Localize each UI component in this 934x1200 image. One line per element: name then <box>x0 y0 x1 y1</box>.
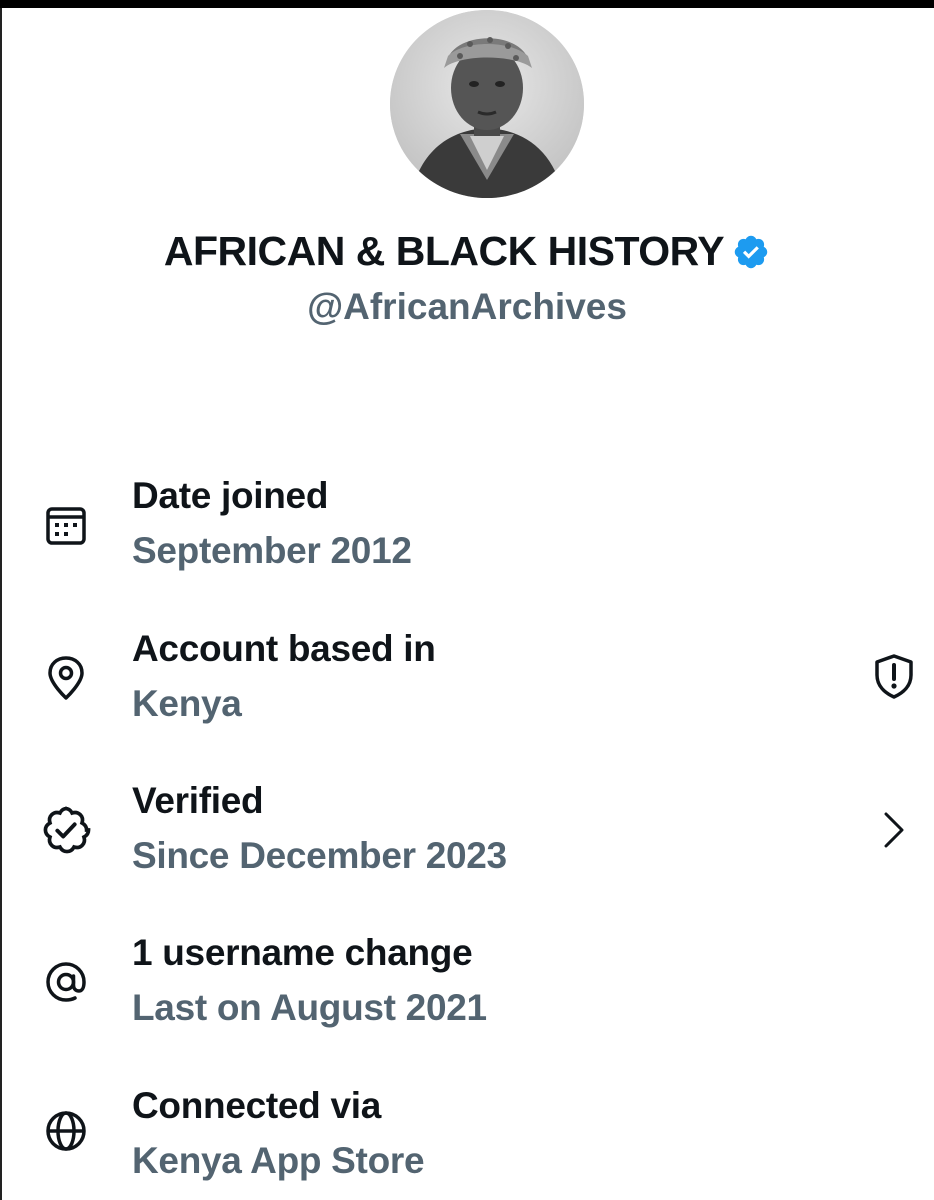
profile-avatar[interactable] <box>390 10 584 198</box>
verified-outline-icon <box>40 804 92 856</box>
profile-handle[interactable]: @AfricanArchives <box>0 286 934 328</box>
location-pin-icon <box>40 652 92 704</box>
about-row-account-based-in: Account based in Kenya <box>0 628 934 748</box>
date-joined-label: Date joined <box>132 475 329 516</box>
globe-icon <box>40 1105 92 1157</box>
profile-photo <box>390 10 584 198</box>
account-based-in-label: Account based in <box>132 628 436 669</box>
about-row-username-change: 1 username change Last on August 2021 <box>0 932 934 1052</box>
verified-badge-icon[interactable] <box>732 233 770 271</box>
username-change-value: Last on August 2021 <box>132 987 487 1028</box>
verified-label: Verified <box>132 780 264 821</box>
about-row-verified[interactable]: Verified Since December 2023 <box>0 780 934 900</box>
username-change-label: 1 username change <box>132 932 473 973</box>
calendar-icon <box>40 499 92 551</box>
date-joined-value: September 2012 <box>132 530 412 571</box>
profile-name-row: AFRICAN & BLACK HISTORY <box>0 228 934 275</box>
top-edge-bar <box>0 0 934 8</box>
chevron-right-icon[interactable] <box>868 804 920 856</box>
connected-via-label: Connected via <box>132 1085 381 1126</box>
display-name: AFRICAN & BLACK HISTORY <box>163 228 725 274</box>
verified-value: Since December 2023 <box>132 835 507 876</box>
at-sign-icon <box>40 956 92 1008</box>
about-row-date-joined: Date joined September 2012 <box>0 475 934 595</box>
about-row-connected-via: Connected via Kenya App Store <box>0 1085 934 1200</box>
shield-alert-icon[interactable] <box>868 650 920 702</box>
account-based-in-value: Kenya <box>132 683 242 724</box>
connected-via-value: Kenya App Store <box>132 1140 425 1181</box>
